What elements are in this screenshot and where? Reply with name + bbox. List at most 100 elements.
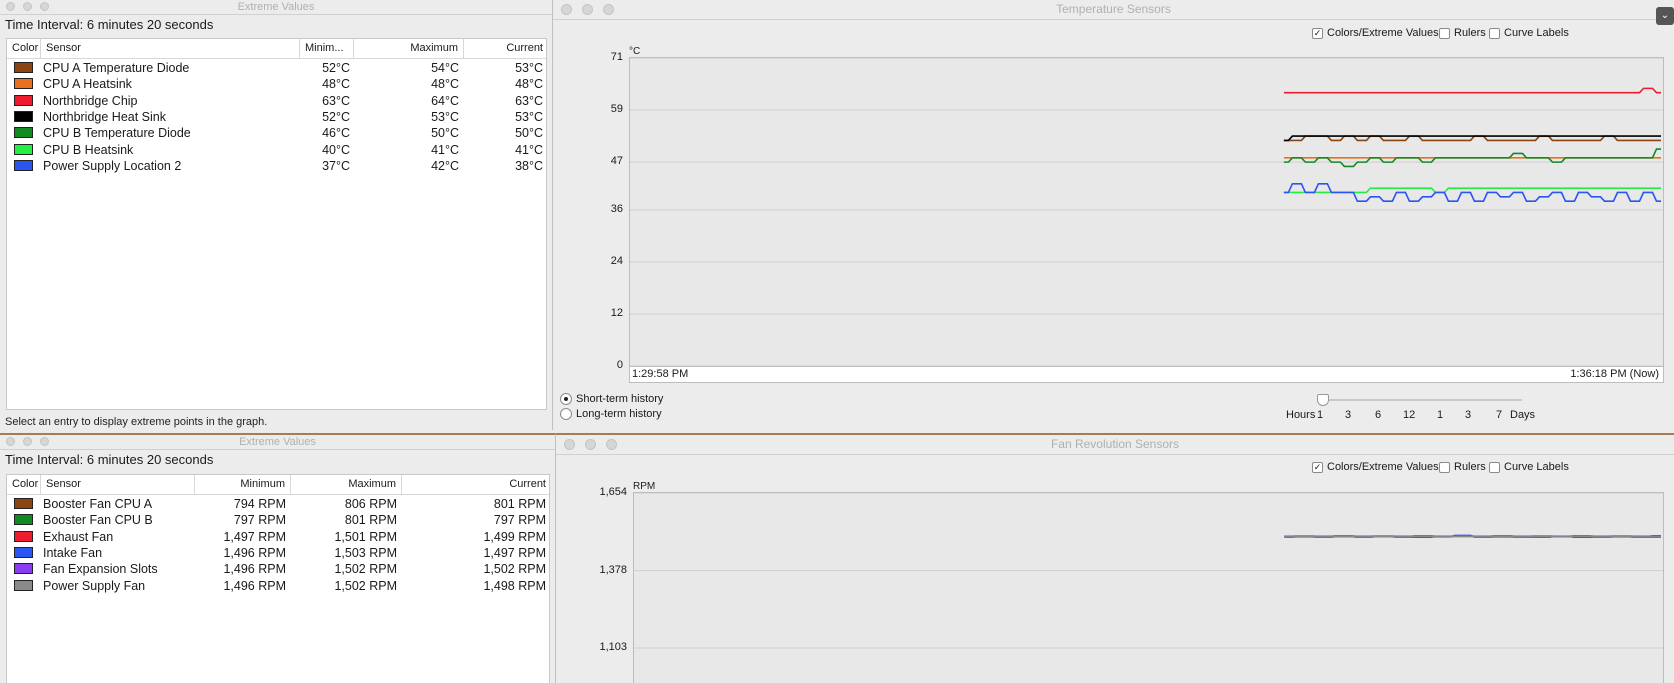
table-row[interactable]: Fan Expansion Slots 1,496 RPM 1,502 RPM 1,5… — [7, 561, 549, 577]
table-row[interactable]: Power Supply Fan 1,496 RPM 1,502 RPM 1,498 … — [7, 578, 549, 594]
minimum-value: 63°C — [322, 93, 350, 108]
y-tick-label: 71 — [610, 51, 623, 63]
column-header-sensor[interactable]: Sensor — [41, 39, 300, 58]
colors-extreme-values-checkbox[interactable]: ✓ Colors/Extreme Values — [1312, 27, 1439, 39]
curve-labels-checkbox[interactable]: Curve Labels — [1489, 27, 1569, 39]
temperature-extremes-table[interactable]: Color Sensor Minim... Maximum Current CP… — [6, 38, 547, 410]
checkbox-label: Colors/Extreme Values — [1327, 27, 1439, 39]
minimum-value: 1,496 RPM — [223, 562, 286, 577]
table-row[interactable]: Booster Fan CPU B 797 RPM 801 RPM 797 RPM — [7, 512, 549, 528]
color-swatch[interactable] — [14, 514, 33, 526]
checkbox-label: Rulers — [1454, 461, 1486, 473]
y-tick-label: 1,103 — [599, 641, 627, 653]
days-label: Days — [1510, 409, 1536, 421]
table-row[interactable]: CPU B Heatsink 40°C 41°C 41°C — [7, 142, 546, 158]
sensor-name: CPU A Temperature Diode — [43, 61, 190, 75]
current-value: 48°C — [515, 77, 543, 92]
table-row[interactable]: Exhaust Fan 1,497 RPM 1,501 RPM 1,499 RPM — [7, 529, 549, 545]
sensor-name: CPU A Heatsink — [43, 77, 132, 92]
checkbox-box — [1439, 461, 1450, 473]
table-row[interactable]: Intake Fan 1,496 RPM 1,503 RPM 1,497 RPM — [7, 545, 549, 561]
current-value: 53°C — [515, 109, 543, 124]
column-header-minimum[interactable]: Minim... — [300, 39, 354, 58]
window-title: Fan Revolution Sensors — [1050, 437, 1180, 451]
chevron-down-icon[interactable]: ⌄ — [1656, 7, 1674, 25]
minimum-value: 48°C — [322, 77, 350, 92]
current-value: 801 RPM — [493, 497, 546, 511]
fan-extremes-table[interactable]: Color Sensor Minimum Maximum Current Boo… — [6, 474, 550, 683]
color-swatch[interactable] — [14, 94, 33, 106]
current-value: 38°C — [515, 158, 543, 173]
table-row[interactable]: Northbridge Chip 63°C 64°C 63°C — [7, 93, 546, 109]
table-row[interactable]: CPU A Heatsink 48°C 48°C 48°C — [7, 76, 546, 92]
rulers-checkbox[interactable]: Rulers — [1439, 27, 1486, 39]
hours-label: Hours — [1286, 409, 1316, 421]
titlebar[interactable]: Temperature Sensors ⌄ — [553, 0, 1674, 25]
maximum-value: 42°C — [431, 158, 459, 173]
color-swatch[interactable] — [14, 159, 33, 171]
color-swatch[interactable] — [14, 62, 33, 73]
history-slider[interactable] — [1317, 394, 1522, 406]
time-interval-label: Time Interval: 6 minutes 20 seconds — [5, 452, 214, 467]
color-swatch[interactable] — [14, 110, 33, 122]
table-row[interactable]: Booster Fan CPU A 794 RPM 806 RPM 801 RPM — [7, 496, 549, 512]
color-swatch[interactable] — [14, 498, 33, 509]
sensor-name: Booster Fan CPU B — [43, 513, 153, 528]
table-row[interactable]: CPU A Temperature Diode 52°C 54°C 53°C — [7, 60, 546, 76]
column-header-sensor[interactable]: Sensor — [41, 475, 195, 494]
column-header-current[interactable]: Current — [402, 475, 551, 494]
minimum-value: 46°C — [322, 126, 350, 141]
temperature-graph[interactable]: 1:29:58 PM 1:36:18 PM (Now) — [629, 57, 1664, 383]
checkmark-icon: ✓ — [1312, 461, 1323, 473]
curve-labels-checkbox[interactable]: Curve Labels — [1489, 461, 1569, 473]
titlebar[interactable]: Extreme Values — [0, 0, 552, 15]
checkbox-label: Curve Labels — [1504, 27, 1569, 39]
fan-graph[interactable] — [633, 492, 1664, 683]
status-message: Select an entry to display extreme point… — [5, 416, 268, 428]
slider-thumb[interactable] — [1317, 394, 1329, 406]
titlebar[interactable]: Fan Revolution Sensors — [556, 435, 1674, 455]
column-header-maximum[interactable]: Maximum — [354, 39, 464, 58]
table-row[interactable]: CPU B Temperature Diode 46°C 50°C 50°C — [7, 125, 546, 141]
sensor-name: Northbridge Heat Sink — [43, 109, 166, 124]
checkbox-label: Rulers — [1454, 27, 1486, 39]
column-header-color[interactable]: Color — [7, 475, 41, 494]
time-start-label: 1:29:58 PM — [632, 368, 689, 380]
y-tick-label: 24 — [610, 254, 623, 267]
long-term-history-radio[interactable]: Long-term history — [560, 408, 662, 420]
slider-tick: 3 — [1465, 409, 1472, 421]
checkbox-label: Colors/Extreme Values — [1327, 461, 1439, 473]
sensor-name: Fan Expansion Slots — [43, 562, 158, 577]
sensor-name: Power Supply Fan — [43, 578, 146, 593]
column-header-color[interactable]: Color — [7, 39, 41, 58]
column-header-maximum[interactable]: Maximum — [291, 475, 402, 494]
column-header-current[interactable]: Current — [464, 39, 548, 58]
slider-tick: 7 — [1496, 409, 1503, 421]
current-value: 63°C — [515, 93, 543, 108]
y-axis-unit: °C — [629, 46, 641, 57]
color-swatch[interactable] — [14, 530, 33, 542]
color-swatch[interactable] — [14, 78, 33, 90]
time-interval-label: Time Interval: 6 minutes 20 seconds — [5, 17, 214, 32]
y-tick-label: 1,378 — [599, 563, 627, 576]
table-row[interactable]: Power Supply Location 2 37°C 42°C 38°C — [7, 158, 546, 174]
color-swatch[interactable] — [14, 127, 33, 139]
extreme-values-window-fans: Extreme Values Time Interval: 6 minutes … — [0, 433, 556, 683]
minimum-value: 52°C — [322, 61, 350, 75]
color-swatch[interactable] — [14, 143, 33, 155]
color-swatch[interactable] — [14, 546, 33, 558]
rulers-checkbox[interactable]: Rulers — [1439, 461, 1486, 473]
titlebar[interactable]: Extreme Values — [0, 435, 555, 450]
short-term-history-radio[interactable]: Short-term history — [560, 393, 663, 405]
column-header-minimum[interactable]: Minimum — [195, 475, 291, 494]
color-swatch[interactable] — [14, 579, 33, 591]
time-end-label: 1:36:18 PM (Now) — [1570, 368, 1659, 380]
maximum-value: 54°C — [431, 61, 459, 75]
checkbox-box — [1489, 27, 1500, 39]
colors-extreme-values-checkbox[interactable]: ✓ Colors/Extreme Values — [1312, 461, 1439, 473]
current-value: 53°C — [515, 61, 543, 75]
color-swatch[interactable] — [14, 563, 33, 575]
maximum-value: 1,502 RPM — [334, 578, 397, 593]
minimum-value: 1,496 RPM — [223, 578, 286, 593]
table-row[interactable]: Northbridge Heat Sink 52°C 53°C 53°C — [7, 109, 546, 125]
